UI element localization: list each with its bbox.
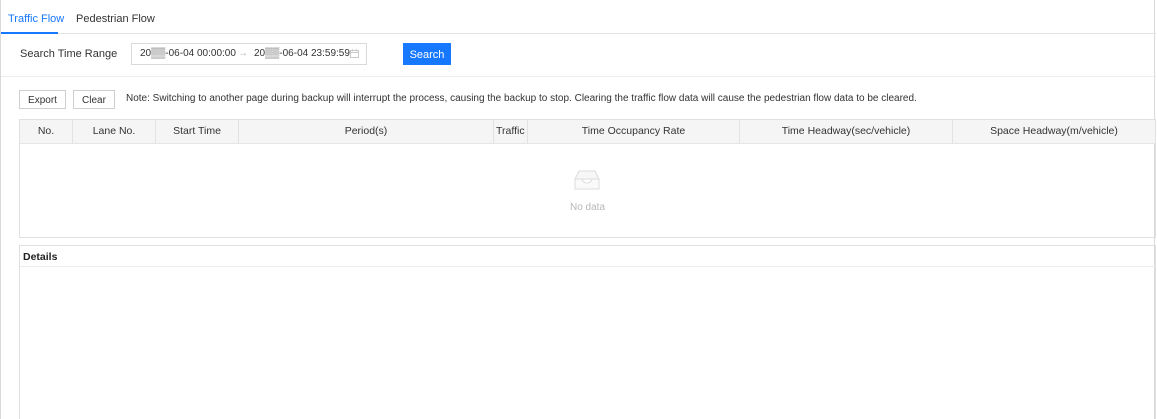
calendar-icon[interactable] [350,49,359,58]
range-end-input[interactable]: 20▒▒-06-04 23:59:59 [254,48,350,59]
range-start-input[interactable]: 20▒▒-06-04 00:00:00 [140,48,236,59]
empty-inbox-icon [574,170,600,190]
tab-pedestrian-flow[interactable]: Pedestrian Flow [76,13,155,25]
search-button[interactable]: Search [403,43,451,65]
tab-traffic-flow[interactable]: Traffic Flow [8,13,64,25]
column-header-no: No. [20,120,73,143]
empty-state-text: No data [569,202,606,213]
traffic-flow-page: Traffic Flow Pedestrian Flow Search Time… [0,0,1156,419]
search-bar: Search Time Range 20▒▒-06-04 00:00:00 → … [1,34,1156,77]
traffic-flow-table: No. Lane No. Start Time Period(s) Traffi… [19,119,1156,238]
export-button[interactable]: Export [19,90,66,109]
column-header-time-occupancy-rate: Time Occupancy Rate [528,120,740,143]
tab-bar: Traffic Flow Pedestrian Flow [1,0,1156,34]
date-range-picker[interactable]: 20▒▒-06-04 00:00:00 → 20▒▒-06-04 23:59:5… [131,43,367,65]
column-header-traffic: Traffic [494,120,528,143]
details-panel: Details [19,245,1156,419]
details-title: Details [23,251,58,263]
backup-note: Note: Switching to another page during b… [126,93,917,104]
range-arrow-icon: → [238,48,248,59]
column-header-space-headway: Space Headway(m/vehicle) [990,125,1118,137]
clear-button[interactable]: Clear [73,90,115,109]
table-header: No. Lane No. Start Time Period(s) Traffi… [20,120,1155,144]
column-header-lane-no: Lane No. [73,120,156,143]
details-header: Details [20,246,1155,267]
column-header-start-time: Start Time [156,120,239,143]
column-header-period: Period(s) [239,120,494,143]
search-time-range-label: Search Time Range [20,48,118,60]
column-header-time-headway: Time Headway(sec/vehicle) [740,120,953,143]
